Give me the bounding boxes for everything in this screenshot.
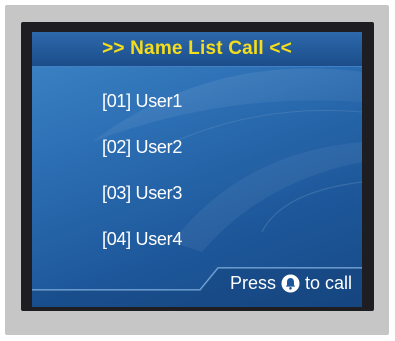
screen-title: >> Name List Call << (102, 38, 292, 59)
name-list-item[interactable]: [01] User1 (102, 91, 182, 112)
bell-icon (281, 274, 300, 293)
call-hint: Press to call (230, 273, 352, 294)
to-call-label: to call (304, 273, 352, 293)
screen-frame: >> Name List Call << [01] User1 [02] Use… (21, 22, 374, 311)
lcd-screen: >> Name List Call << [01] User1 [02] Use… (32, 32, 362, 307)
footer-bar: Press to call (32, 266, 362, 307)
press-label: Press (229, 273, 276, 293)
name-list-item[interactable]: [02] User2 (102, 137, 182, 158)
name-list-item[interactable]: [03] User3 (102, 183, 182, 204)
name-list-item[interactable]: [04] User4 (102, 229, 182, 250)
title-bar: >> Name List Call << (32, 32, 362, 67)
